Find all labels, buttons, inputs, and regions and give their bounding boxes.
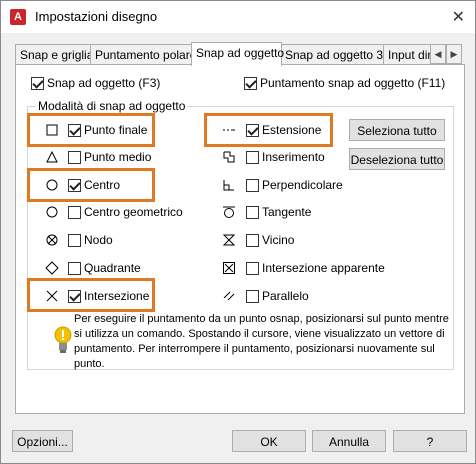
dialog-title: Impostazioni disegno <box>35 9 158 24</box>
apparent-intersection-label: Intersezione apparente <box>262 261 385 275</box>
highlight-center <box>27 168 155 202</box>
quadrant-symbol-icon <box>45 261 59 275</box>
quadrant-label: Quadrante <box>84 261 141 275</box>
insertion-label: Inserimento <box>262 150 325 164</box>
parallel-symbol-icon <box>222 289 236 303</box>
select-all-button[interactable]: Seleziona tutto <box>349 119 445 141</box>
tab-object-snap[interactable]: Snap ad oggetto <box>191 42 284 66</box>
snap-enabled-checkbox[interactable] <box>31 77 44 90</box>
highlight-endpoint <box>27 113 155 147</box>
node-label: Nodo <box>84 233 113 247</box>
cancel-button[interactable]: Annulla <box>312 430 386 452</box>
parallel-checkbox[interactable] <box>246 290 259 303</box>
highlight-intersection <box>27 278 155 312</box>
title-bar: A Impostazioni disegno ✕ <box>1 1 475 33</box>
dialog-window: A Impostazioni disegno ✕ Snap e griglia … <box>0 0 476 464</box>
tracking-enabled-label: Puntamento snap ad oggetto (F11) <box>260 76 446 90</box>
tab-snap-grid[interactable]: Snap e griglia <box>15 44 93 65</box>
tab-scroll-right-icon[interactable]: ▶ <box>446 44 462 64</box>
node-symbol-icon <box>45 233 59 247</box>
tab-polar-tracking[interactable]: Puntamento polare <box>90 44 196 65</box>
help-button[interactable]: ? <box>393 430 467 452</box>
tab-3d-object-snap[interactable]: Snap ad oggetto 3D <box>280 44 392 65</box>
nearest-checkbox[interactable] <box>246 234 259 247</box>
options-button[interactable]: Opzioni... <box>12 430 73 452</box>
snap-enabled-label: Snap ad oggetto (F3) <box>47 76 161 90</box>
group-label: Modalità di snap ad oggetto <box>36 99 188 113</box>
quadrant-checkbox[interactable] <box>68 262 81 275</box>
geometric-center-label: Centro geometrico <box>84 205 183 219</box>
midpoint-label: Punto medio <box>84 150 152 164</box>
parallel-label: Parallelo <box>262 289 309 303</box>
geometric-center-checkbox[interactable] <box>68 206 81 219</box>
close-icon[interactable]: ✕ <box>452 7 465 27</box>
midpoint-checkbox[interactable] <box>68 151 81 164</box>
perpendicular-label: Perpendicolare <box>262 178 343 192</box>
nearest-label: Vicino <box>262 233 295 247</box>
tracking-enabled-checkbox[interactable] <box>244 77 257 90</box>
highlight-extension <box>204 113 333 147</box>
tangent-checkbox[interactable] <box>246 206 259 219</box>
apparent-intersection-symbol-icon <box>222 261 236 275</box>
deselect-all-button[interactable]: Deseleziona tutto <box>349 148 445 170</box>
tab-scroll-left-icon[interactable]: ◀ <box>430 44 446 64</box>
geometric-center-symbol-icon <box>45 205 59 219</box>
nearest-symbol-icon <box>222 233 236 247</box>
lightbulb-info-icon <box>53 325 73 355</box>
info-text: Per eseguire il puntamento da un punto o… <box>74 313 449 370</box>
autocad-app-icon: A <box>10 9 26 25</box>
tangent-label: Tangente <box>262 205 312 219</box>
insertion-checkbox[interactable] <box>246 151 259 164</box>
perpendicular-checkbox[interactable] <box>246 179 259 192</box>
ok-button[interactable]: OK <box>232 430 306 452</box>
tangent-symbol-icon <box>222 205 236 219</box>
node-checkbox[interactable] <box>68 234 81 247</box>
apparent-intersection-checkbox[interactable] <box>246 262 259 275</box>
insertion-symbol-icon <box>222 150 236 164</box>
midpoint-symbol-icon <box>45 150 59 164</box>
perpendicular-symbol-icon <box>222 178 236 192</box>
